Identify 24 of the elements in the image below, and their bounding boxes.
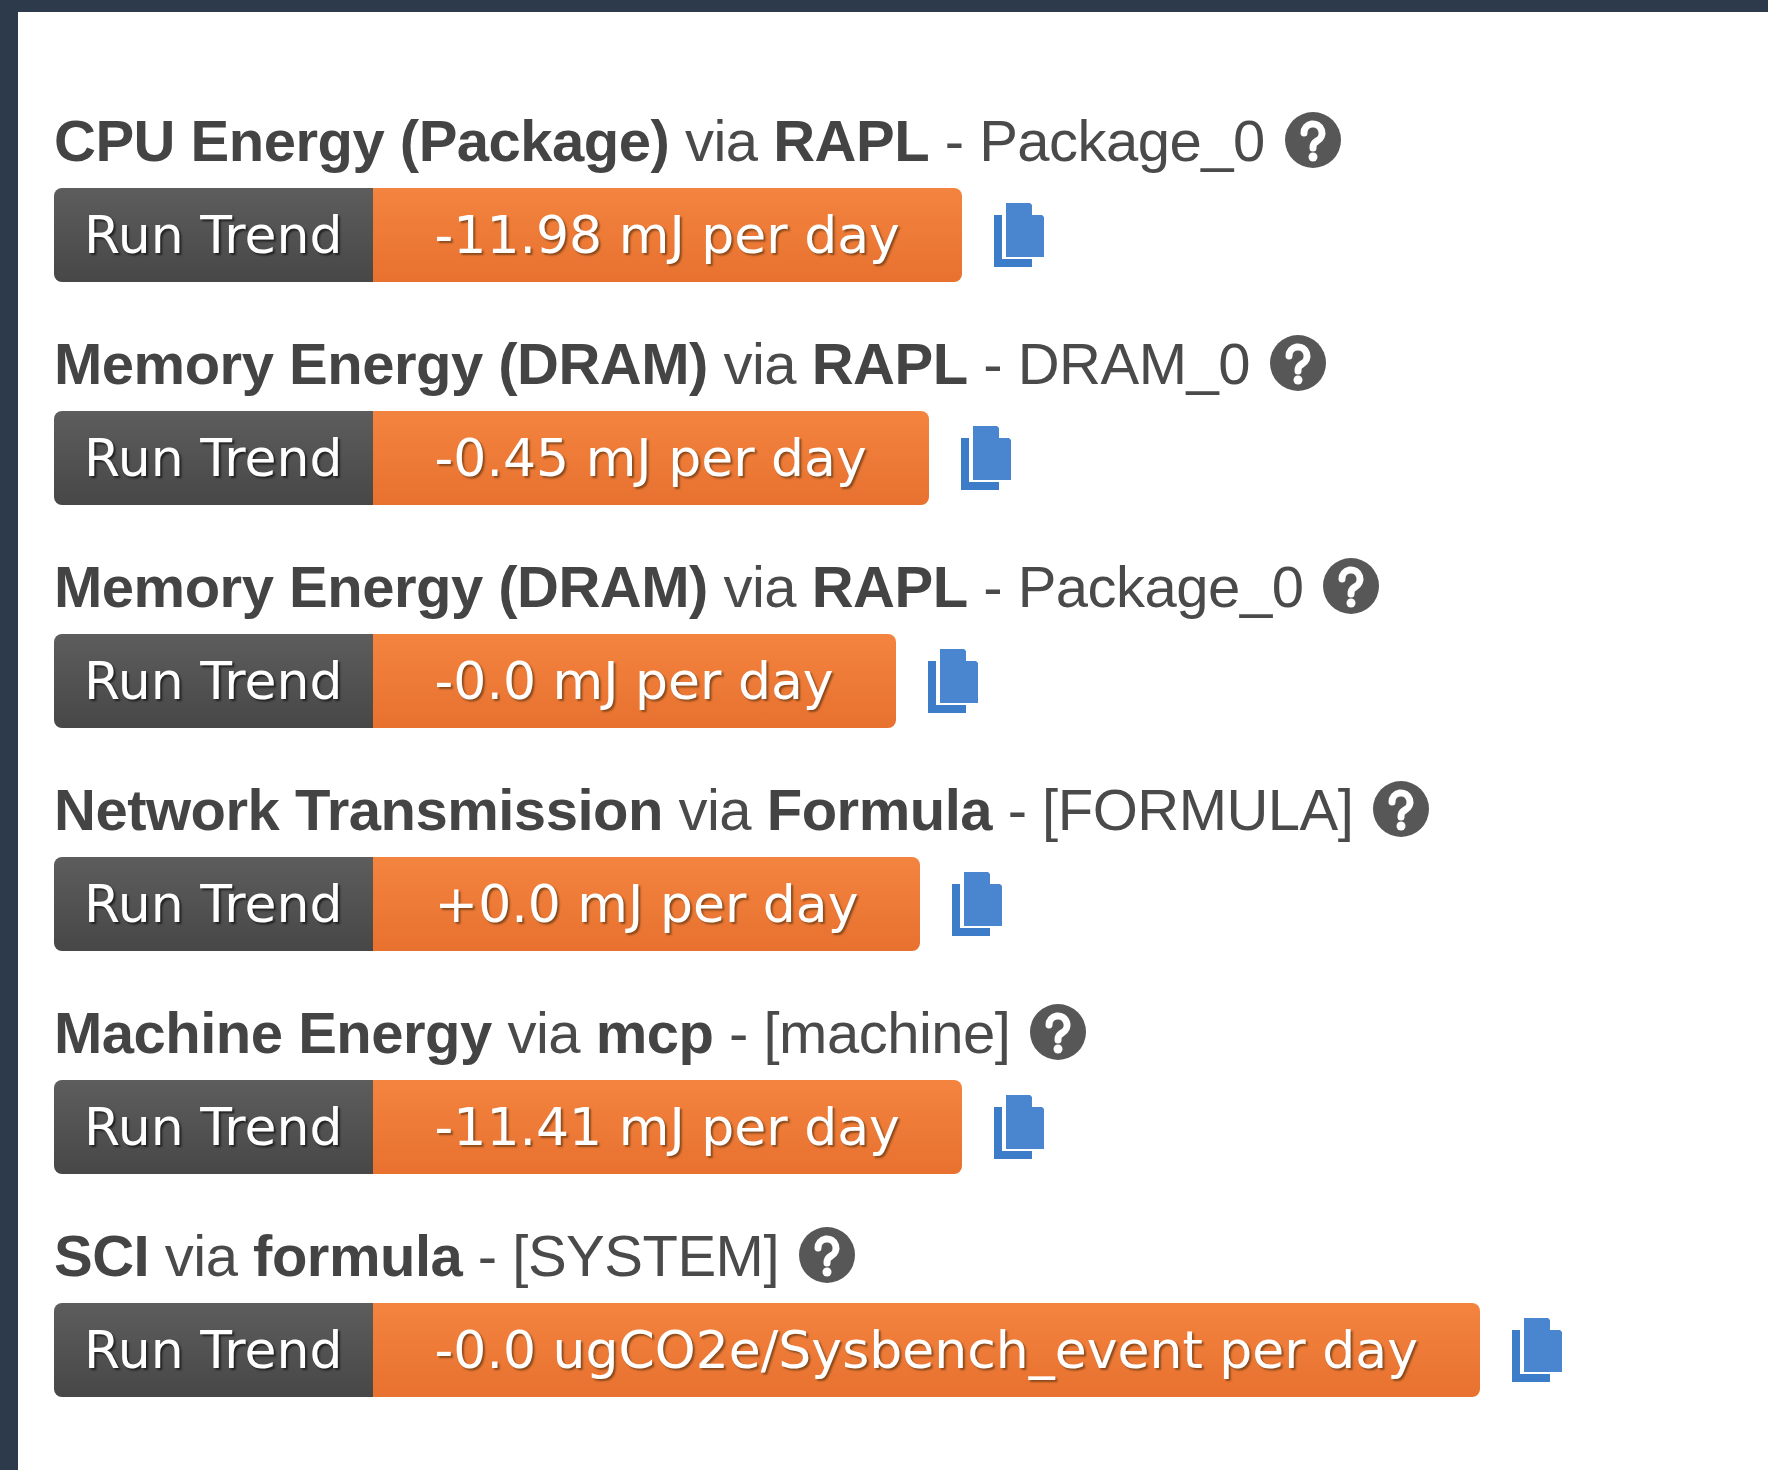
run-trend-button[interactable]: Run Trend (54, 1080, 373, 1174)
help-icon[interactable] (1323, 558, 1380, 614)
run-trend-button[interactable]: Run Trend (54, 634, 373, 728)
trend-value: -0.45 mJ per day (372, 411, 929, 505)
trend-value: -11.41 mJ per day (372, 1080, 962, 1174)
help-icon[interactable] (1030, 1004, 1087, 1060)
run-trend-button[interactable]: Run Trend (54, 411, 373, 505)
help-icon[interactable] (799, 1227, 855, 1283)
metric-title: SCI via formula - [SYSTEM] (54, 1221, 779, 1289)
metric-title: CPU Energy (Package) via RAPL - Package_0 (54, 106, 1265, 174)
help-icon[interactable] (1284, 112, 1341, 168)
metric-title: Memory Energy (DRAM) via RAPL - DRAM_0 (54, 329, 1250, 397)
run-trend-button[interactable]: Run Trend (54, 188, 373, 282)
trend-value: -0.0 ugCO2e/Sysbench_event per day (372, 1303, 1480, 1397)
metric-title: Network Transmission via Formula - [FORMULA] (54, 775, 1354, 843)
trend-value: -11.98 mJ per day (372, 188, 962, 282)
run-trend-button[interactable]: Run Trend (54, 1303, 373, 1397)
trend-value: -0.0 mJ per day (372, 634, 896, 728)
trend-value: +0.0 mJ per day (372, 857, 921, 951)
help-icon[interactable] (1269, 335, 1326, 391)
run-trend-button[interactable]: Run Trend (54, 857, 373, 951)
metric-title: Memory Energy (DRAM) via RAPL - Package_0 (54, 552, 1304, 620)
help-icon[interactable] (1373, 781, 1430, 837)
metric-title: Machine Energy via mcp - [machine] (54, 998, 1011, 1066)
